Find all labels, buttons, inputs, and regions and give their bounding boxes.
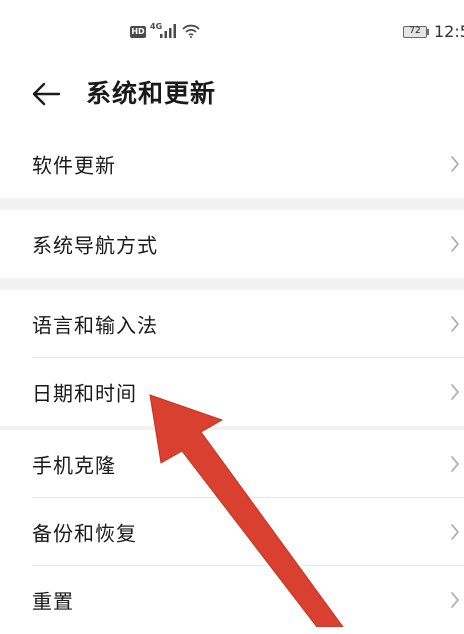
settings-group-language-time: 语言和输入法 日期和时间	[0, 290, 464, 426]
menu-item-label: 备份和恢复	[32, 521, 137, 546]
menu-item-phone-clone[interactable]: 手机克隆	[0, 430, 464, 498]
menu-item-label: 系统导航方式	[32, 233, 158, 258]
menu-item-system-navigation[interactable]: 系统导航方式	[0, 210, 464, 278]
settings-group-navigation: 系统导航方式	[0, 210, 464, 278]
wifi-icon	[182, 24, 200, 38]
chevron-right-icon	[451, 316, 459, 332]
hd-badge: HD	[130, 26, 146, 38]
settings-group-backup-reset: 手机克隆 备份和恢复 重置	[0, 430, 464, 634]
menu-item-label: 重置	[32, 589, 74, 614]
menu-item-reset[interactable]: 重置	[0, 566, 464, 634]
menu-item-label: 语言和输入法	[32, 313, 158, 338]
menu-item-backup-restore[interactable]: 备份和恢复	[0, 498, 464, 566]
chevron-right-icon	[451, 236, 459, 252]
page-title: 系统和更新	[86, 79, 217, 108]
group-separator	[0, 278, 464, 290]
battery-tip	[427, 29, 429, 35]
menu-item-date-time[interactable]: 日期和时间	[0, 358, 464, 426]
page-header: 系统和更新	[0, 62, 464, 126]
settings-group-update: 软件更新	[0, 130, 464, 198]
back-button[interactable]	[28, 76, 64, 112]
chevron-right-icon	[451, 524, 459, 540]
menu-item-language-input[interactable]: 语言和输入法	[0, 290, 464, 358]
group-separator	[0, 198, 464, 210]
menu-item-software-update[interactable]: 软件更新	[0, 130, 464, 198]
clock: 12:5	[434, 22, 464, 41]
signal-icon	[160, 24, 176, 38]
chevron-right-icon	[451, 156, 459, 172]
menu-item-label: 日期和时间	[32, 381, 137, 406]
chevron-right-icon	[451, 384, 459, 400]
menu-item-label: 手机克隆	[32, 453, 116, 478]
chevron-right-icon	[451, 592, 459, 608]
status-bar: HD 4G 72 12:5	[0, 0, 464, 62]
battery-icon: 72	[403, 26, 427, 38]
back-arrow-icon	[32, 82, 61, 106]
battery-level: 72	[409, 26, 421, 36]
chevron-right-icon	[451, 456, 459, 472]
menu-item-label: 软件更新	[32, 153, 116, 178]
